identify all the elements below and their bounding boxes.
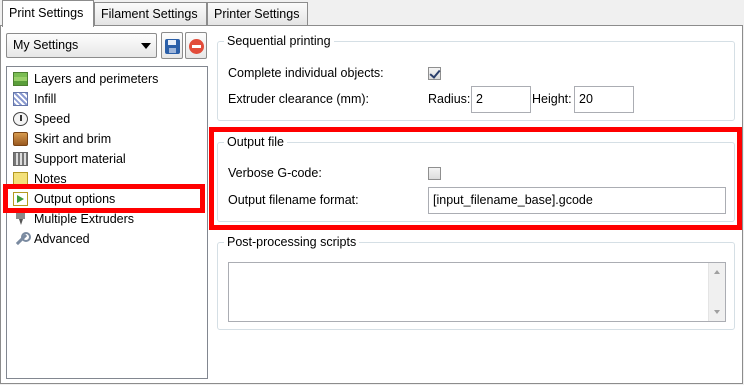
category-label: Speed [34,112,71,126]
category-label: Skirt and brim [34,132,112,146]
wrench-icon [13,232,31,246]
category-output-options[interactable]: Output options [12,189,202,209]
chevron-down-icon [141,43,151,49]
category-support-material[interactable]: Support material [12,149,202,169]
category-label: Support material [34,152,126,166]
textarea-scrollbar[interactable] [708,263,725,321]
skirt-icon [13,132,28,146]
speed-icon [13,112,28,126]
preset-select-value: My Settings [13,38,79,52]
layers-icon [13,72,28,86]
tab-filament-settings[interactable]: Filament Settings [94,2,207,26]
delete-preset-button[interactable] [185,32,207,59]
tab-bar: Print Settings Filament Settings Printer… [0,0,744,27]
extruder-icon [13,212,28,226]
verbose-gcode-checkbox[interactable] [428,167,441,180]
extruder-clearance-label: Extruder clearance (mm): [228,92,370,106]
category-notes[interactable]: Notes [12,169,202,189]
infill-icon [13,92,28,106]
category-list: Layers and perimeters Infill Speed Skirt… [6,66,208,379]
radius-field[interactable]: 2 [471,86,531,113]
post-processing-title: Post-processing scripts [224,235,360,249]
scroll-up-icon[interactable] [714,270,720,274]
post-processing-scripts-textarea[interactable] [228,262,726,322]
scroll-down-icon[interactable] [714,310,720,314]
save-preset-button[interactable] [161,32,183,59]
category-infill[interactable]: Infill [12,89,202,109]
category-label: Advanced [34,232,90,246]
output-icon [13,192,28,206]
delete-icon [189,39,204,54]
category-advanced[interactable]: Advanced [12,229,202,249]
height-field[interactable]: 20 [574,86,634,113]
radius-label: Radius: [428,92,471,106]
notes-icon [13,172,28,186]
tab-printer-settings[interactable]: Printer Settings [207,2,308,26]
output-filename-format-label: Output filename format: [228,193,359,207]
category-label: Layers and perimeters [34,72,159,86]
category-label: Notes [34,172,67,186]
category-label: Output options [34,192,116,206]
complete-objects-label: Complete individual objects: [228,66,384,80]
category-speed[interactable]: Speed [12,109,202,129]
category-label: Infill [34,92,57,106]
category-label: Multiple Extruders [34,212,135,226]
complete-objects-checkbox[interactable] [428,67,441,80]
verbose-gcode-label: Verbose G-code: [228,166,322,180]
output-file-title: Output file [224,135,287,149]
save-icon [165,39,180,54]
tab-print-settings[interactable]: Print Settings [2,0,94,27]
support-icon [13,152,28,166]
category-layers-and-perimeters[interactable]: Layers and perimeters [12,69,202,89]
preset-select[interactable]: My Settings [6,33,157,58]
output-filename-format-field[interactable]: [input_filename_base].gcode [428,187,726,214]
height-label: Height: [532,92,572,106]
category-multiple-extruders[interactable]: Multiple Extruders [12,209,202,229]
category-skirt-and-brim[interactable]: Skirt and brim [12,129,202,149]
sequential-printing-title: Sequential printing [224,34,334,48]
